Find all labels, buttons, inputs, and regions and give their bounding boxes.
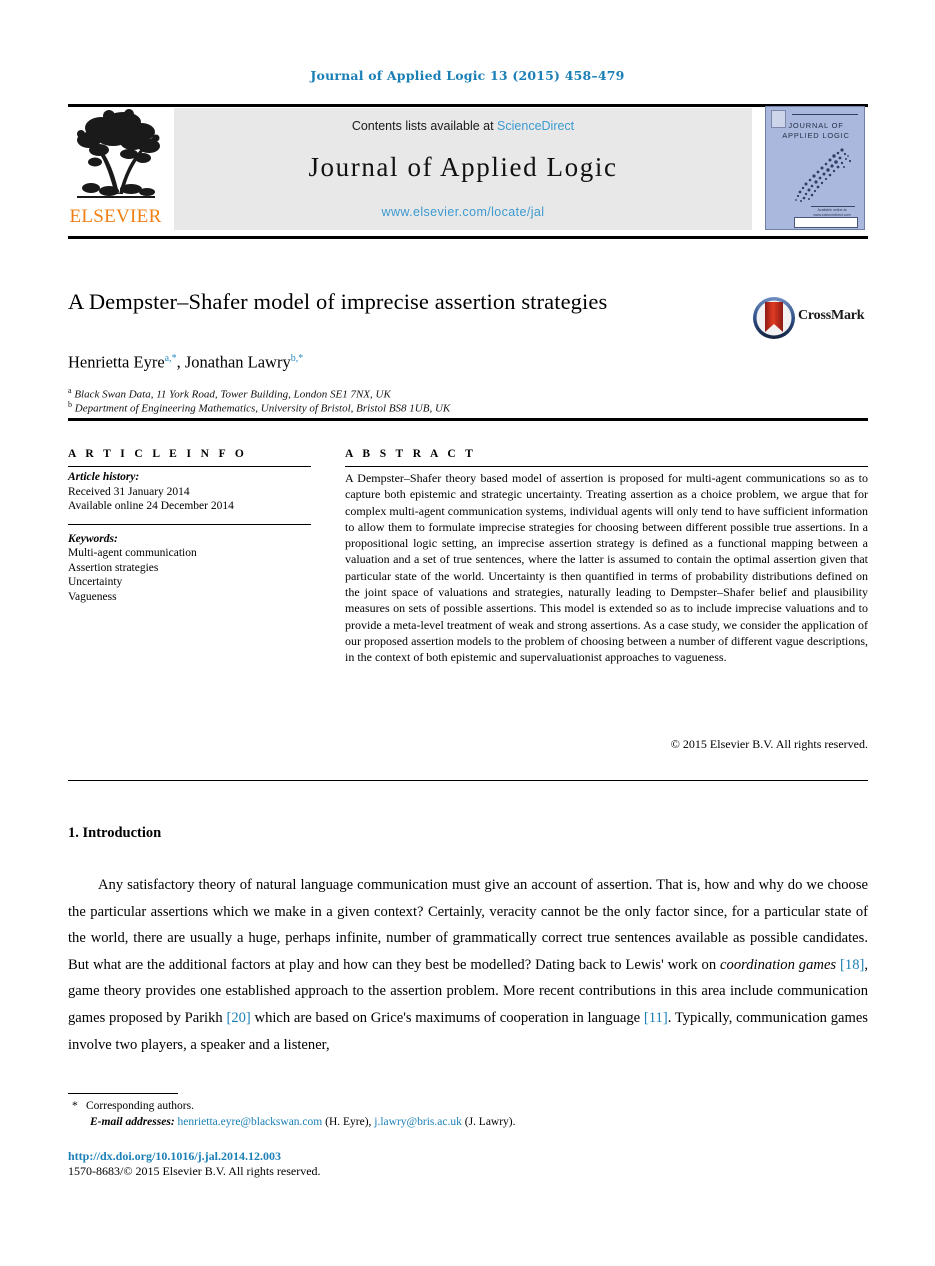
keyword-item: Assertion strategies bbox=[68, 561, 159, 574]
issn-copyright-line: 1570-8683/© 2015 Elsevier B.V. All right… bbox=[68, 1164, 321, 1178]
journal-running-head: Journal of Applied Logic 13 (2015) 458–4… bbox=[310, 68, 625, 83]
keyword-item: Vagueness bbox=[68, 590, 117, 603]
cover-artwork-icon bbox=[795, 148, 852, 202]
abstract-copyright: © 2015 Elsevier B.V. All rights reserved… bbox=[670, 737, 868, 751]
article-history-online: Available online 24 December 2014 bbox=[68, 500, 234, 512]
elsevier-logo: ELSEVIER bbox=[68, 108, 163, 230]
affiliation-a-marker: a bbox=[68, 386, 72, 395]
masthead-bottom-rule bbox=[68, 236, 868, 239]
journal-homepage-link[interactable]: www.elsevier.com/locate/jal bbox=[174, 205, 752, 219]
keyword-item: Multi-agent communication bbox=[68, 547, 197, 559]
article-info-heading: A R T I C L E I N F O bbox=[68, 448, 248, 460]
corresponding-authors-note: Corresponding authors. bbox=[86, 1100, 194, 1112]
email-owner-1: (H. Eyre), bbox=[325, 1116, 372, 1128]
intro-text-part3: which are based on Grice's maximums of c… bbox=[250, 1009, 644, 1026]
footnote-separator-rule bbox=[68, 1093, 178, 1095]
author-name-1: Henrietta Eyre bbox=[68, 352, 165, 372]
abstract-section-bottom-rule bbox=[68, 780, 868, 782]
cover-top-rule bbox=[792, 114, 858, 115]
footnote-block: * Corresponding authors. E-mail addresse… bbox=[68, 1098, 828, 1130]
email-addresses-line: E-mail addresses: henrietta.eyre@blacksw… bbox=[90, 1114, 828, 1130]
email-addresses-label: E-mail addresses: bbox=[90, 1116, 175, 1128]
cover-title-line2: APPLIED LOGIC bbox=[782, 131, 850, 140]
author-list: Henrietta Eyrea,*, Jonathan Lawryb,* bbox=[68, 348, 728, 374]
sciencedirect-link[interactable]: ScienceDirect bbox=[497, 119, 574, 133]
journal-title: Journal of Applied Logic bbox=[308, 152, 618, 182]
cover-bottom-rule bbox=[811, 206, 855, 207]
article-history-label: Article history: bbox=[68, 471, 140, 483]
citation-20[interactable]: [20] bbox=[226, 1010, 250, 1026]
citation-11[interactable]: [11] bbox=[644, 1010, 668, 1026]
crossmark-logo-icon bbox=[753, 297, 795, 339]
doi-link[interactable]: http://dx.doi.org/10.1016/j.jal.2014.12.… bbox=[68, 1149, 281, 1164]
cover-barcode bbox=[794, 217, 858, 228]
paper-page: Journal of Applied Logic 13 (2015) 458–4… bbox=[0, 0, 935, 1266]
abstract-section-top-rule bbox=[68, 418, 868, 421]
abstract-rule bbox=[345, 466, 868, 467]
cover-title-line1: JOURNAL OF bbox=[788, 121, 844, 130]
article-info-column: Article history: Received 31 January 201… bbox=[68, 470, 311, 604]
email-owner-2: (J. Lawry). bbox=[464, 1116, 516, 1128]
email-link-2[interactable]: j.lawry@bris.ac.uk bbox=[374, 1116, 462, 1128]
keyword-item: Uncertainty bbox=[68, 576, 123, 588]
page-title: A Dempster–Shafer model of imprecise ass… bbox=[68, 289, 608, 314]
author-separator: , bbox=[176, 352, 185, 372]
contents-lists-line: Contents lists available at ScienceDirec… bbox=[174, 119, 752, 133]
elsevier-tree-icon bbox=[77, 109, 160, 198]
affiliation-b: b Department of Engineering Mathematics,… bbox=[68, 398, 868, 416]
corresponding-author-marker: * bbox=[72, 1100, 78, 1112]
author-1-affil-marker: a,* bbox=[164, 353, 177, 364]
abstract-text: A Dempster–Shafer theory based model of … bbox=[345, 471, 868, 665]
affiliation-b-marker: b bbox=[68, 400, 72, 409]
section-heading-introduction: 1. Introduction bbox=[68, 825, 162, 841]
affiliation-b-text: Department of Engineering Mathematics, U… bbox=[74, 402, 451, 415]
article-info-rule bbox=[68, 466, 311, 467]
abstract-heading: A B S T R A C T bbox=[345, 448, 477, 460]
intro-paragraph: Any satisfactory theory of natural langu… bbox=[68, 872, 868, 1058]
author-name-2: Jonathan Lawry bbox=[184, 352, 291, 372]
crossmark-badge[interactable]: CrossMark bbox=[752, 296, 868, 342]
article-history-received: Received 31 January 2014 bbox=[68, 485, 190, 498]
cover-title: JOURNAL OF APPLIED LOGIC bbox=[766, 121, 864, 141]
keywords-label: Keywords: bbox=[68, 532, 118, 545]
elsevier-wordmark: ELSEVIER bbox=[69, 206, 162, 227]
keywords-rule bbox=[68, 523, 311, 525]
intro-italic-coordination-games: coordination games bbox=[720, 956, 837, 973]
journal-cover-thumbnail: JOURNAL OF APPLIED LOGIC Available onlin… bbox=[765, 106, 865, 230]
contents-box: Contents lists available at ScienceDirec… bbox=[174, 108, 752, 230]
email-link-1[interactable]: henrietta.eyre@blackswan.com bbox=[178, 1116, 323, 1128]
author-2-affil-marker: b,* bbox=[290, 353, 304, 364]
crossmark-label: CrossMark bbox=[798, 308, 865, 323]
contents-lists-prefix: Contents lists available at bbox=[351, 119, 498, 133]
journal-masthead: ELSEVIER Contents lists available at Sci… bbox=[68, 104, 868, 232]
citation-18[interactable]: [18] bbox=[840, 957, 864, 973]
